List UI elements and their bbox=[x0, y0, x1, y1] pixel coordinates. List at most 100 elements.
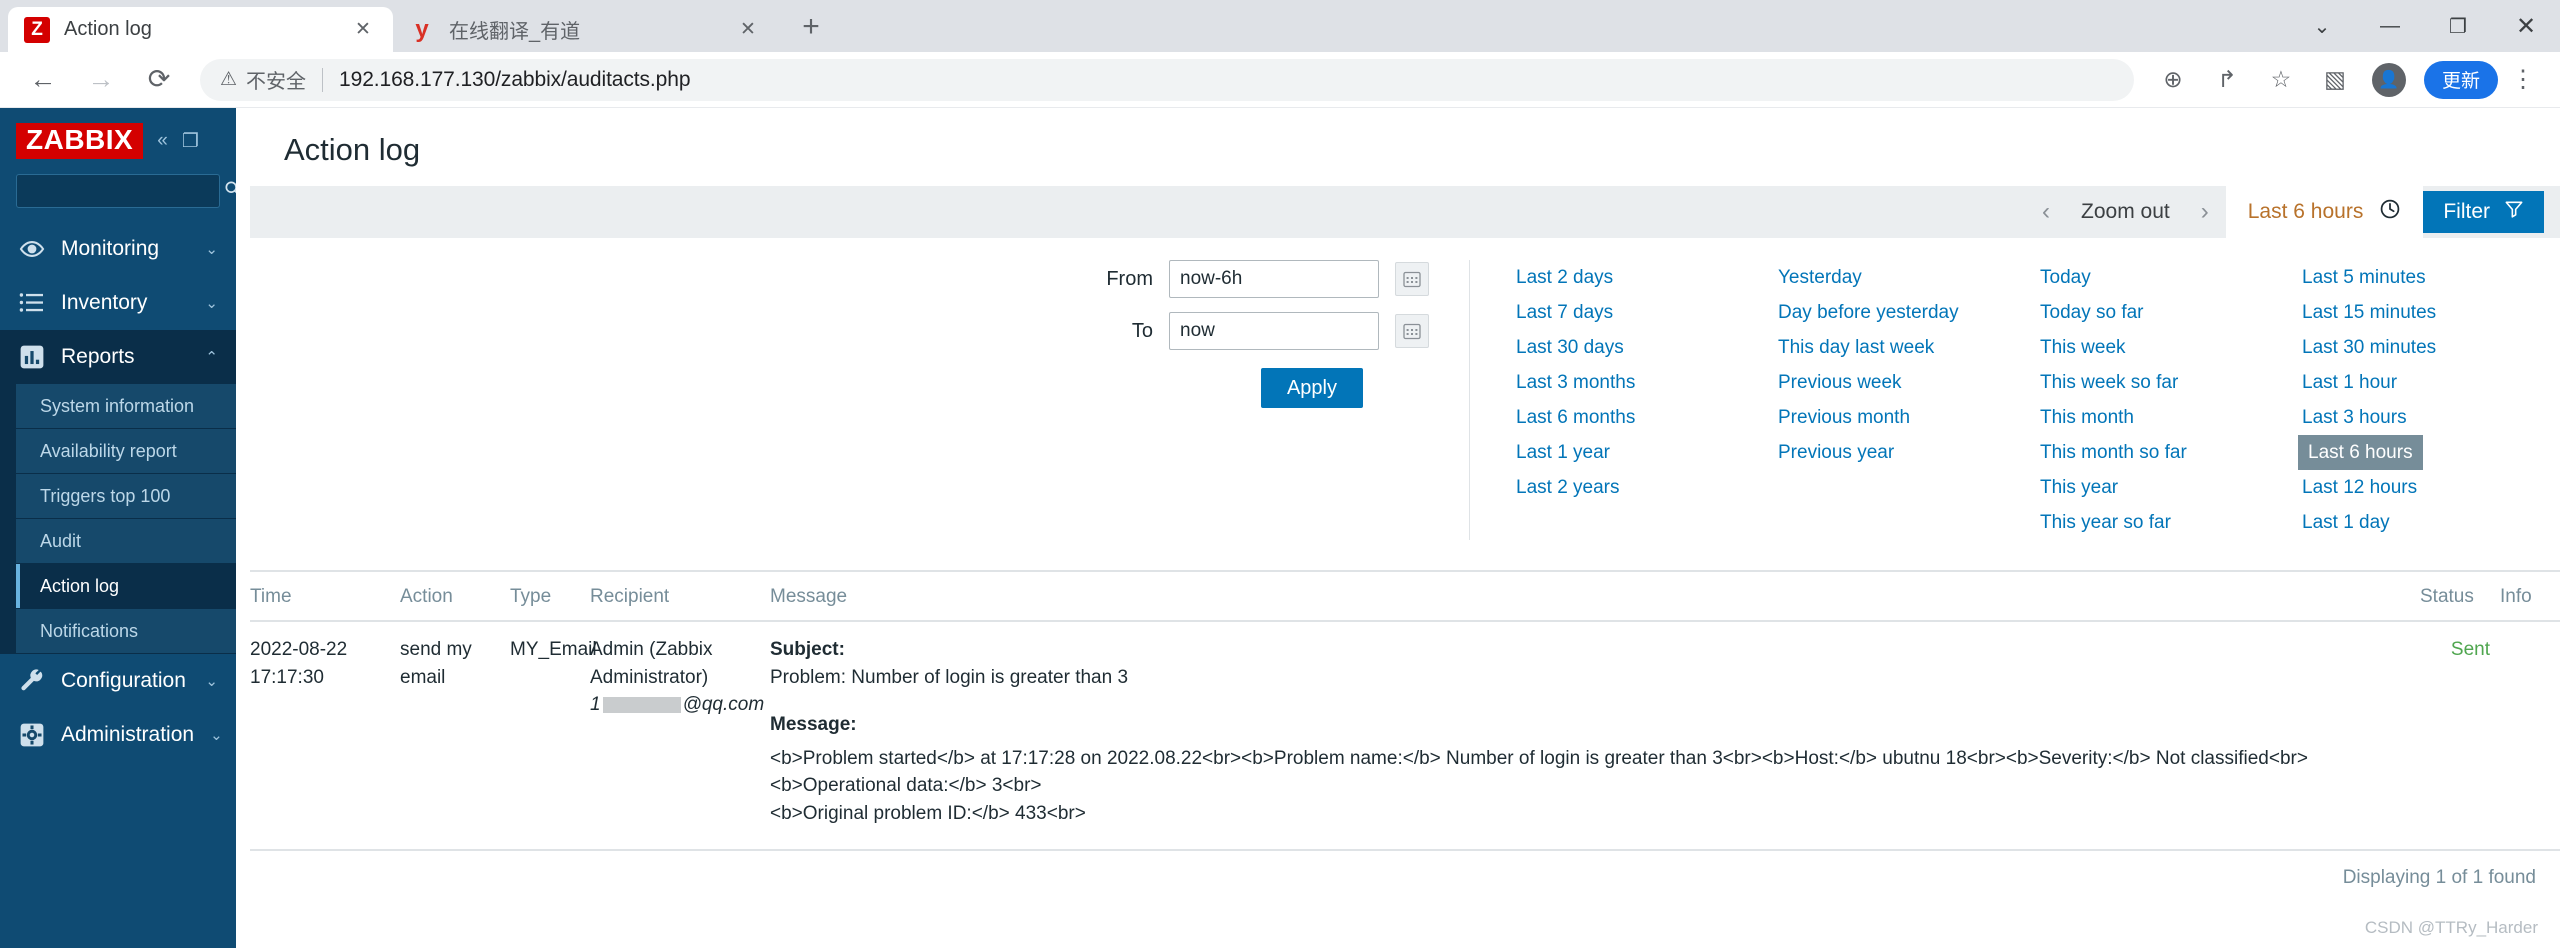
sidebar-subitem-label: Notifications bbox=[40, 620, 139, 641]
quick-range-item[interactable]: This week so far bbox=[2036, 365, 2182, 400]
update-button[interactable]: 更新 bbox=[2423, 60, 2498, 99]
close-icon[interactable]: ✕ bbox=[349, 16, 377, 44]
reload-icon[interactable]: ⟳ bbox=[132, 53, 186, 107]
recipient-name-line-1: Admin (Zabbix bbox=[590, 639, 713, 660]
quick-range-item[interactable]: Last 30 days bbox=[1512, 330, 1628, 365]
profile-avatar[interactable]: 👤 bbox=[2364, 55, 2414, 105]
eye-icon bbox=[18, 236, 45, 263]
calendar-icon[interactable] bbox=[1395, 262, 1429, 296]
divider bbox=[322, 67, 324, 92]
quick-range-item[interactable]: Today so far bbox=[2036, 295, 2148, 330]
sidebar-item-monitoring[interactable]: Monitoring ⌄ bbox=[0, 222, 236, 276]
sidebar-item-label: Reports bbox=[61, 345, 135, 368]
address-bar[interactable]: ⚠ 不安全 192.168.177.130/zabbix/auditacts.p… bbox=[200, 58, 2134, 101]
quick-range-item[interactable]: Previous month bbox=[1774, 400, 1914, 435]
sidebar-subitem-label: Audit bbox=[40, 530, 82, 551]
youdao-favicon-icon: y bbox=[415, 15, 429, 43]
maximize-button[interactable]: ❐ bbox=[2424, 0, 2492, 52]
close-icon[interactable]: ✕ bbox=[734, 16, 762, 44]
quick-range-item[interactable]: Last 12 hours bbox=[2298, 470, 2421, 505]
quick-range-item[interactable]: Last 3 hours bbox=[2298, 400, 2411, 435]
column-header-info[interactable]: Info bbox=[2500, 572, 2560, 622]
quick-range-item[interactable]: Last 6 months bbox=[1512, 400, 1639, 435]
email-suffix: @qq.com bbox=[682, 694, 765, 716]
column-header-recipient[interactable]: Recipient bbox=[590, 572, 770, 622]
quick-range-item[interactable]: Last 2 years bbox=[1512, 470, 1624, 505]
quick-range-item[interactable]: Today bbox=[2036, 260, 2095, 295]
column-header-type[interactable]: Type bbox=[510, 572, 590, 622]
quick-range-item-selected[interactable]: Last 6 hours bbox=[2298, 435, 2423, 470]
search-icon[interactable]: ⊕ bbox=[2148, 55, 2198, 105]
collapse-sidebar-icon[interactable]: « bbox=[157, 130, 168, 152]
time-range-tab[interactable]: Last 6 hours bbox=[2225, 186, 2424, 238]
quick-range-item[interactable]: This year so far bbox=[2036, 505, 2175, 540]
from-input[interactable] bbox=[1169, 260, 1379, 298]
quick-range-item[interactable]: This month bbox=[2036, 400, 2138, 435]
quick-range-item[interactable]: This week bbox=[2036, 330, 2130, 365]
minimize-button[interactable]: — bbox=[2356, 0, 2424, 52]
search-input[interactable] bbox=[25, 182, 224, 200]
sidebar-subitem-notifications[interactable]: Notifications bbox=[16, 609, 236, 654]
quick-range-item[interactable]: Last 7 days bbox=[1512, 295, 1617, 330]
chevron-down-icon: ⌄ bbox=[205, 673, 218, 690]
quick-range-item[interactable]: This year bbox=[2036, 470, 2122, 505]
sidebar-subitem-availability-report[interactable]: Availability report bbox=[16, 429, 236, 474]
quick-range-item[interactable]: Last 1 year bbox=[1512, 435, 1614, 470]
time-prev-icon[interactable]: ‹ bbox=[2025, 198, 2067, 226]
back-icon[interactable]: ← bbox=[16, 53, 70, 107]
quick-range-item[interactable]: Last 15 minutes bbox=[2298, 295, 2440, 330]
calendar-icon[interactable] bbox=[1395, 314, 1429, 348]
quick-range-item[interactable]: Previous year bbox=[1774, 435, 1898, 470]
sidebar-subitem-action-log[interactable]: Action log bbox=[16, 564, 236, 609]
quick-range-item[interactable]: This month so far bbox=[2036, 435, 2191, 470]
quick-range-column-3: Today Today so far This week This week s… bbox=[2036, 260, 2298, 540]
column-header-time[interactable]: Time bbox=[250, 572, 400, 622]
sidebar-search-box[interactable] bbox=[16, 174, 241, 208]
quick-range-item[interactable]: Previous week bbox=[1774, 365, 1906, 400]
sidebar-subitem-label: Action log bbox=[40, 575, 120, 596]
zoom-out-button[interactable]: Zoom out bbox=[2067, 200, 2184, 224]
tab-search-icon[interactable]: ⌄ bbox=[2288, 0, 2356, 52]
window-close-button[interactable]: ✕ bbox=[2492, 0, 2560, 52]
filter-button[interactable]: Filter bbox=[2423, 191, 2544, 233]
sidebar-item-reports[interactable]: Reports ⌃ bbox=[0, 330, 236, 384]
browser-tab-youdao[interactable]: y 在线翻译_有道 ✕ bbox=[393, 7, 778, 52]
to-input[interactable] bbox=[1169, 312, 1379, 350]
sidebar-item-label: Inventory bbox=[61, 291, 148, 314]
page-bottom-area: CSDN @TTRy_Harder bbox=[250, 905, 2560, 948]
sidebar-subitem-triggers-top-100[interactable]: Triggers top 100 bbox=[16, 474, 236, 519]
forward-icon[interactable]: → bbox=[74, 53, 128, 107]
new-tab-button[interactable]: + bbox=[788, 4, 834, 50]
sidebar-subitem-audit[interactable]: Audit bbox=[16, 519, 236, 564]
action-log-table: Time Action Type Recipient Message Statu… bbox=[250, 572, 2560, 849]
bookmark-star-icon[interactable]: ☆ bbox=[2256, 55, 2306, 105]
browser-tab-action-log[interactable]: Z Action log ✕ bbox=[8, 7, 393, 52]
quick-range-item[interactable]: Day before yesterday bbox=[1774, 295, 1963, 330]
time-next-icon[interactable]: › bbox=[2184, 198, 2226, 226]
sidebar-subitem-system-information[interactable]: System information bbox=[16, 384, 236, 429]
quick-range-item[interactable]: Last 2 days bbox=[1512, 260, 1617, 295]
security-indicator[interactable]: ⚠ 不安全 bbox=[220, 65, 306, 94]
share-icon[interactable]: ↱ bbox=[2202, 55, 2252, 105]
quick-range-item[interactable]: Yesterday bbox=[1774, 260, 1866, 295]
quick-range-item[interactable]: This day last week bbox=[1774, 330, 1938, 365]
quick-range-item[interactable]: Last 30 minutes bbox=[2298, 330, 2440, 365]
column-header-status[interactable]: Status bbox=[2420, 572, 2500, 622]
sidebar-item-administration[interactable]: Administration ⌄ bbox=[0, 708, 236, 762]
side-panel-icon[interactable]: ▧ bbox=[2310, 55, 2360, 105]
quick-range-item[interactable]: Last 1 day bbox=[2298, 505, 2394, 540]
sidebar-item-configuration[interactable]: Configuration ⌄ bbox=[0, 654, 236, 708]
quick-range-item[interactable]: Last 3 months bbox=[1512, 365, 1639, 400]
column-header-action[interactable]: Action bbox=[400, 572, 510, 622]
sidebar-subitem-label: System information bbox=[40, 395, 195, 416]
quick-range-item[interactable]: Last 1 hour bbox=[2298, 365, 2401, 400]
sidebar-item-inventory[interactable]: Inventory ⌄ bbox=[0, 276, 236, 330]
zabbix-logo[interactable]: ZABBIX bbox=[16, 123, 144, 159]
gear-icon bbox=[18, 722, 45, 749]
browser-menu-icon[interactable]: ⋮ bbox=[2502, 65, 2544, 94]
hide-sidebar-icon[interactable]: ❐ bbox=[182, 130, 199, 153]
apply-button[interactable]: Apply bbox=[1260, 368, 1363, 408]
to-row: To bbox=[1083, 312, 1429, 350]
quick-range-item[interactable]: Last 5 minutes bbox=[2298, 260, 2430, 295]
column-header-message[interactable]: Message bbox=[770, 572, 2420, 622]
